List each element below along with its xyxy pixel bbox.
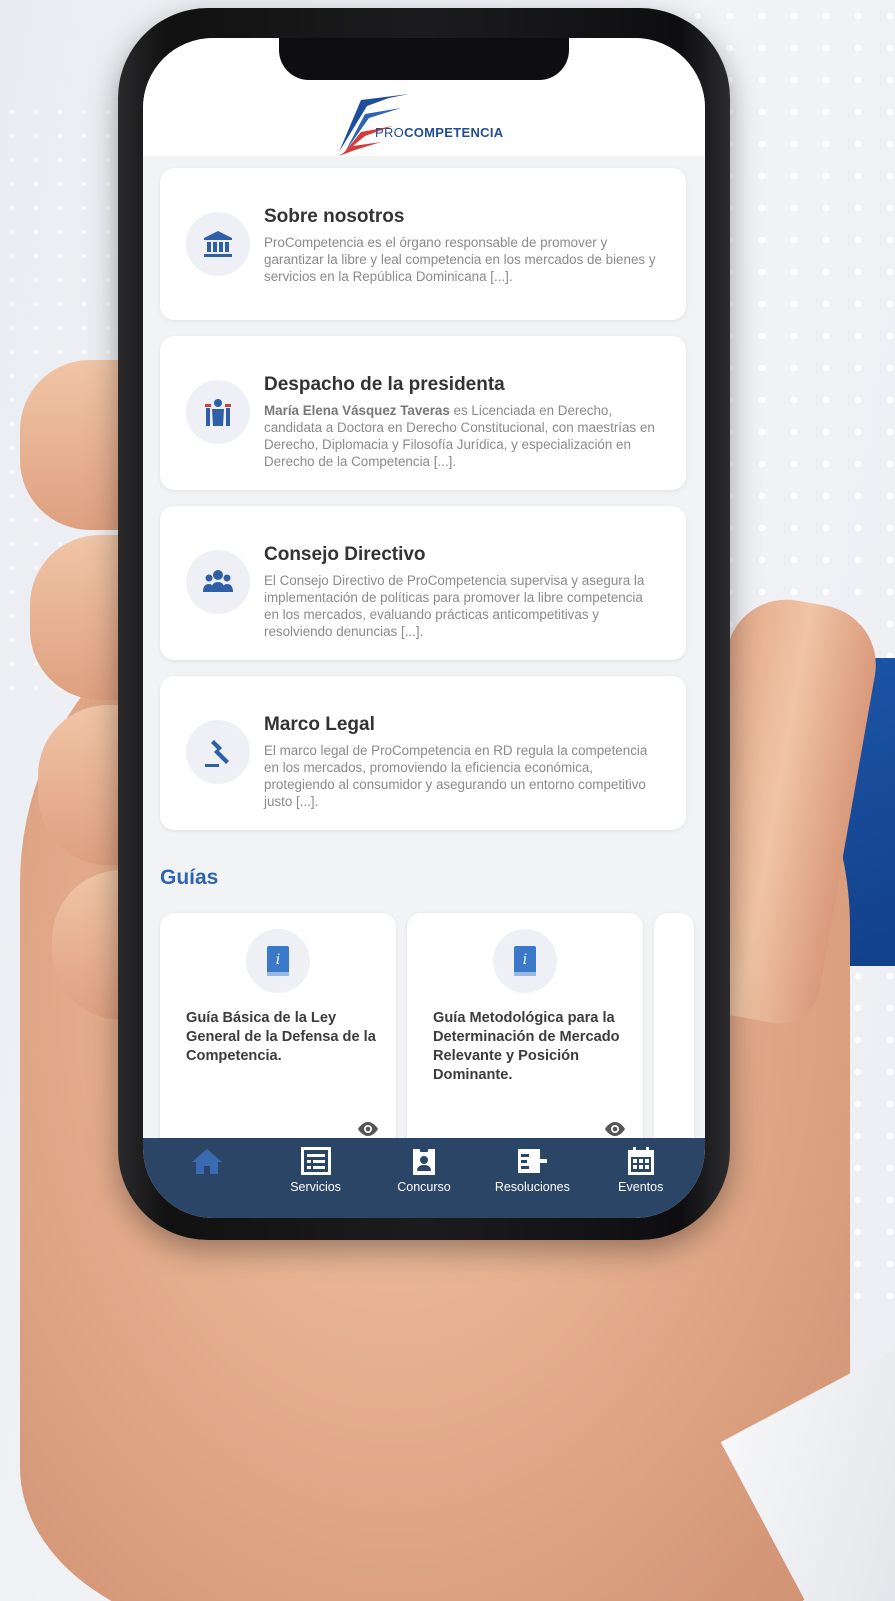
tab-home[interactable] [157,1146,257,1180]
list-icon [300,1147,331,1175]
card-body: El marco legal de ProCompetencia en RD r… [264,743,648,809]
phone-notch [279,38,569,80]
logo-text-pro: PRO [375,125,405,140]
card-body: El Consejo Directivo de ProCompetencia s… [264,573,645,639]
logo-text-competencia: COMPETENCIA [404,125,504,140]
calendar-icon [627,1147,654,1175]
tab-label: Eventos [618,1180,664,1194]
guide-card-partial[interactable] [654,913,694,1153]
guide-card[interactable]: i Guía Básica de la Ley General de la De… [160,913,396,1153]
tab-label: Concurso [397,1180,451,1194]
procompetencia-logo[interactable]: PROCOMPETENCIA [331,92,503,156]
phone-screen: PROCOMPETENCIA Sobre nosotros ProCompete… [143,38,705,1218]
card-title: Marco Legal [264,714,375,735]
card-marco-legal[interactable]: Marco Legal El marco legal de ProCompete… [160,676,686,830]
document-arrow-icon [518,1149,548,1173]
logo-text: PROCOMPETENCIA [375,125,503,140]
card-despacho-presidenta[interactable]: Despacho de la presidenta María Elena Vá… [160,336,686,490]
users-group-icon [186,550,250,614]
eye-icon[interactable] [603,1121,627,1137]
bottom-tab-bar: Servicios Concurso Resoluciones Eventos [143,1138,705,1218]
guide-title: Guía Metodológica para la Determinación … [433,1010,620,1083]
tab-label: Resoluciones [494,1180,570,1194]
card-body-name: María Elena Vásquez Taveras [264,403,450,418]
card-title: Consejo Directivo [264,544,426,565]
guide-card[interactable]: i Guía Metodológica para la Determinació… [407,913,643,1153]
tab-eventos[interactable]: Eventos [591,1146,691,1194]
section-title-guias: Guías [160,866,219,889]
card-body: ProCompetencia es el órgano responsable … [264,235,656,284]
tab-servicios[interactable]: Servicios [266,1146,366,1194]
guide-title: Guía Básica de la Ley General de la Defe… [186,1010,376,1064]
card-sobre-nosotros[interactable]: Sobre nosotros ProCompetencia es el órga… [160,168,686,320]
card-consejo-directivo[interactable]: Consejo Directivo El Consejo Directivo d… [160,506,686,660]
info-book-icon: i [493,929,557,993]
svg-text:i: i [523,952,527,968]
eye-icon[interactable] [356,1121,380,1137]
institution-icon [186,212,250,276]
home-icon [192,1149,223,1174]
tab-concurso[interactable]: Concurso [374,1146,474,1194]
gavel-icon [186,720,250,784]
info-book-icon: i [246,929,310,993]
president-icon [186,380,250,444]
svg-text:i: i [276,952,280,968]
logo-mark-icon [339,94,409,156]
badge-icon [412,1147,435,1175]
tab-resoluciones[interactable]: Resoluciones [482,1146,582,1194]
card-title: Despacho de la presidenta [264,374,505,395]
tab-label: Servicios [290,1180,341,1194]
card-title: Sobre nosotros [264,206,405,227]
card-body: María Elena Vásquez Taveras es Licenciad… [264,402,656,470]
guides-carousel[interactable]: i Guía Básica de la Ley General de la De… [160,913,705,1173]
